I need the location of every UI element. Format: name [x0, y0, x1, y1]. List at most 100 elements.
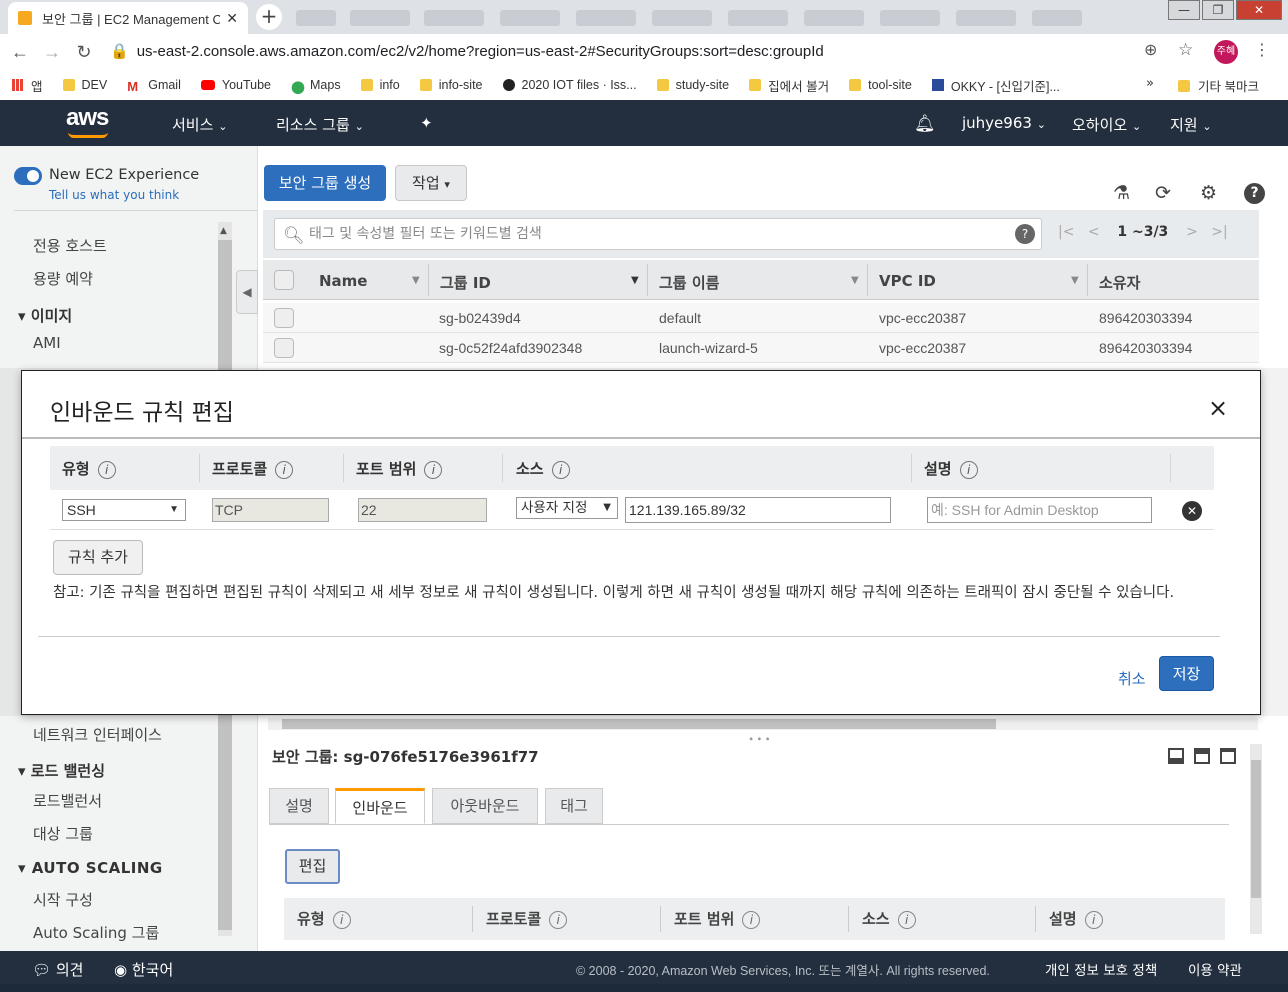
- bookmark-maps[interactable]: ⬤ Maps: [291, 78, 341, 94]
- beaker-icon[interactable]: ⚗: [1113, 182, 1130, 204]
- sidebar-section-images[interactable]: ▾ 이미지: [18, 305, 72, 326]
- bookmark-tool-site[interactable]: tool-site: [849, 78, 912, 92]
- sidebar-item-auto-scaling-groups[interactable]: Auto Scaling 그룹: [33, 922, 159, 943]
- delete-rule-icon[interactable]: ✕: [1182, 501, 1202, 521]
- zoom-icon[interactable]: ⊕: [1144, 40, 1157, 59]
- resource-groups-menu[interactable]: 리소스 그룹 ⌄: [276, 114, 364, 135]
- sidebar-item-launch-configurations[interactable]: 시작 구성: [33, 889, 93, 910]
- sidebar-section-load-balancing[interactable]: ▾ 로드 밸런싱: [18, 760, 105, 781]
- search-input[interactable]: 🔍︎ 태그 및 속성별 필터 또는 키워드별 검색?: [274, 218, 1042, 250]
- bell-icon[interactable]: 🔔︎: [914, 114, 936, 134]
- browser-menu-icon[interactable]: ⋮: [1254, 40, 1270, 59]
- tab-tags[interactable]: 태그: [545, 788, 603, 824]
- column-name[interactable]: Name: [319, 272, 367, 290]
- sidebar-item-capacity-reservations[interactable]: 용량 예약: [33, 268, 93, 289]
- panel-maximize-icon[interactable]: [1220, 748, 1236, 764]
- sidebar-item-network-interfaces[interactable]: 네트워크 인터페이스: [33, 724, 162, 745]
- background-tab[interactable]: [880, 10, 940, 26]
- other-bookmarks[interactable]: 기타 북마크: [1178, 76, 1259, 95]
- info-icon[interactable]: i: [1084, 911, 1103, 929]
- tab-close-icon[interactable]: ✕: [226, 10, 238, 27]
- column-vpc-id[interactable]: VPC ID: [879, 272, 936, 290]
- reload-icon[interactable]: ↻: [68, 42, 100, 63]
- bookmark-info-site[interactable]: info-site: [419, 78, 483, 92]
- feedback-link[interactable]: 💬︎ 의견: [32, 959, 83, 980]
- bookmark-gmail[interactable]: M Gmail: [127, 78, 181, 94]
- bookmark-star-icon[interactable]: ☆: [1178, 40, 1193, 60]
- sort-icon[interactable]: ▼: [412, 275, 420, 286]
- browser-tab[interactable]: 보안 그룹 | EC2 Management C ✕: [8, 2, 248, 34]
- sort-icon[interactable]: ▼: [851, 275, 859, 286]
- info-icon[interactable]: i: [424, 461, 443, 479]
- background-tab[interactable]: [1032, 10, 1082, 26]
- bookmark-info[interactable]: info: [360, 78, 400, 92]
- column-divider[interactable]: [647, 264, 648, 296]
- save-button[interactable]: 저장: [1159, 656, 1214, 691]
- sidebar-item-load-balancers[interactable]: 로드밸런서: [33, 790, 102, 811]
- create-security-group-button[interactable]: 보안 그룹 생성: [264, 165, 386, 201]
- sidebar-item-ami[interactable]: AMI: [33, 334, 61, 352]
- info-icon[interactable]: i: [275, 461, 294, 479]
- profile-avatar[interactable]: 주혜: [1214, 40, 1238, 64]
- background-tab[interactable]: [424, 10, 484, 26]
- info-icon[interactable]: i: [742, 911, 761, 929]
- services-menu[interactable]: 서비스 ⌄: [172, 114, 227, 135]
- edit-inbound-button[interactable]: 편집: [285, 849, 340, 884]
- column-group-name[interactable]: 그룹 이름: [659, 272, 719, 293]
- detail-scroll-thumb[interactable]: [1251, 760, 1261, 898]
- column-divider[interactable]: [867, 264, 868, 296]
- background-tab[interactable]: [296, 10, 336, 26]
- info-icon[interactable]: i: [97, 461, 116, 479]
- help-icon[interactable]: ?: [1244, 183, 1265, 204]
- panel-half-icon[interactable]: [1194, 748, 1210, 764]
- horizontal-scroll-thumb[interactable]: [282, 719, 996, 729]
- column-owner[interactable]: 소유자: [1099, 272, 1140, 293]
- info-icon[interactable]: i: [897, 911, 916, 929]
- bookmark-apps[interactable]: 앱: [12, 76, 43, 95]
- sort-icon[interactable]: ▼: [1071, 275, 1079, 286]
- back-icon[interactable]: ←: [4, 42, 36, 63]
- gear-icon[interactable]: ⚙: [1200, 182, 1217, 204]
- url-field[interactable]: 🔒 us-east-2.console.aws.amazon.com/ec2/v2…: [110, 40, 1210, 64]
- first-page-icon[interactable]: |<: [1058, 224, 1074, 240]
- cancel-button[interactable]: 취소: [1118, 668, 1146, 689]
- support-menu[interactable]: 지원 ⌄: [1170, 114, 1212, 135]
- column-divider[interactable]: [1087, 264, 1088, 296]
- prev-page-icon[interactable]: <: [1088, 224, 1100, 240]
- new-experience-toggle[interactable]: [14, 167, 42, 185]
- background-tab[interactable]: [956, 10, 1016, 26]
- actions-button[interactable]: 작업 ▾: [395, 165, 467, 201]
- add-rule-button[interactable]: 규칙 추가: [53, 540, 143, 575]
- background-tab[interactable]: [804, 10, 864, 26]
- terms-link[interactable]: 이용 약관: [1188, 959, 1242, 979]
- row-checkbox[interactable]: [274, 338, 294, 358]
- panel-minimize-icon[interactable]: [1168, 748, 1184, 764]
- pin-icon[interactable]: ✦: [420, 114, 433, 132]
- sidebar-item-dedicated-hosts[interactable]: 전용 호스트: [33, 235, 107, 256]
- new-tab-button[interactable]: +: [256, 4, 282, 30]
- scroll-up-icon[interactable]: ▲: [220, 226, 227, 236]
- last-page-icon[interactable]: >|: [1211, 224, 1227, 240]
- select-all-checkbox[interactable]: [274, 270, 294, 290]
- bookmark-dev[interactable]: DEV: [62, 78, 107, 92]
- bookmark-youtube[interactable]: YouTube: [200, 78, 271, 92]
- bookmark-okky[interactable]: OKKY - [신입기준]...: [931, 76, 1060, 95]
- bookmark-study-site[interactable]: study-site: [656, 78, 729, 92]
- source-cidr-input[interactable]: 121.139.165.89/32: [625, 497, 891, 523]
- bookmarks-more-button[interactable]: »: [1146, 76, 1154, 91]
- tell-us-link[interactable]: Tell us what you think: [49, 188, 179, 202]
- info-icon[interactable]: i: [551, 461, 570, 479]
- row-checkbox[interactable]: [274, 308, 294, 328]
- info-icon[interactable]: i: [332, 911, 351, 929]
- background-tab[interactable]: [500, 10, 560, 26]
- background-tab[interactable]: [350, 10, 410, 26]
- language-selector[interactable]: ◉ 한국어: [114, 959, 173, 980]
- window-close-icon[interactable]: ✕: [1236, 0, 1282, 20]
- resize-handle-icon[interactable]: ∙∙∙: [748, 734, 773, 745]
- info-icon[interactable]: i: [549, 911, 568, 929]
- user-menu[interactable]: juhye963 ⌄: [962, 114, 1046, 132]
- refresh-icon[interactable]: ⟳: [1155, 182, 1171, 204]
- source-type-select[interactable]: 사용자 지정 ▼: [516, 497, 618, 519]
- rule-type-select[interactable]: SSH ▼: [62, 499, 186, 521]
- column-divider[interactable]: [428, 264, 429, 296]
